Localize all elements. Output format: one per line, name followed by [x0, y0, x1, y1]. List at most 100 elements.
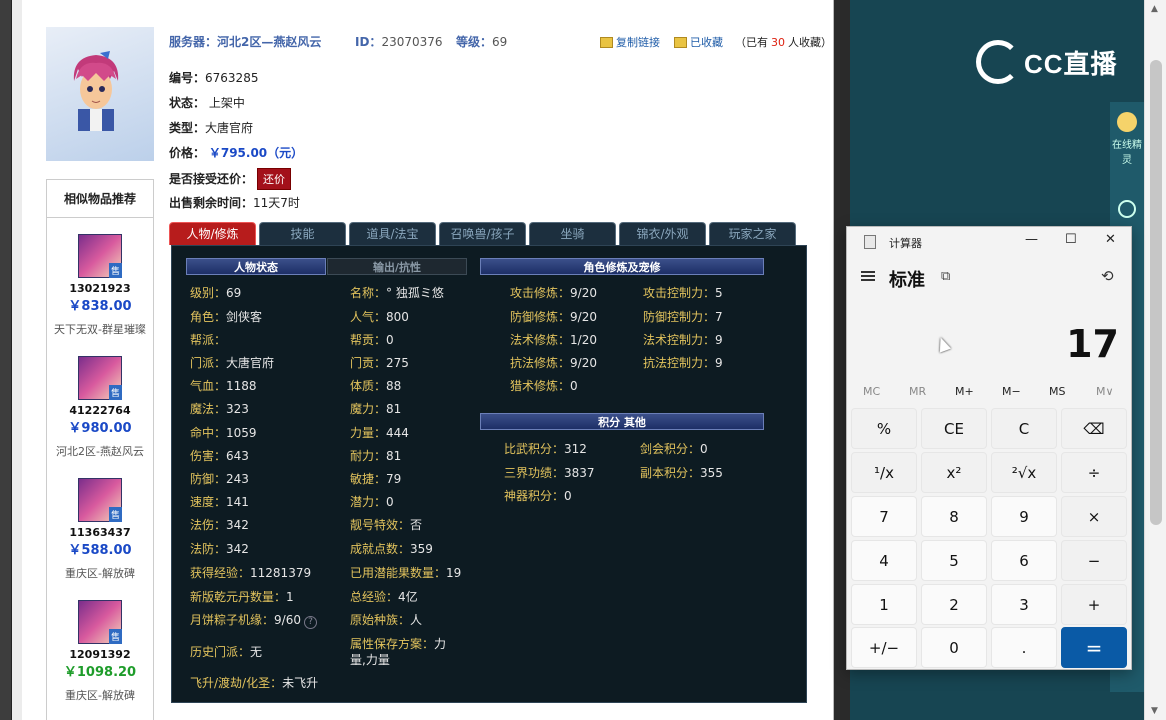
calc-key[interactable]: ⌫ — [1061, 408, 1127, 449]
calc-key[interactable]: % — [851, 408, 917, 449]
calc-key[interactable]: C — [991, 408, 1057, 449]
stat-field: 级别：69 — [190, 286, 242, 300]
listing-id: ID：23070376 — [355, 35, 443, 49]
close-button[interactable]: ✕ — [1105, 232, 1116, 247]
favorite-count: （已有 30 人收藏） — [735, 35, 832, 50]
similar-item[interactable]: 售 11363437 ￥588.00 重庆区-解放碑 — [47, 478, 153, 581]
calc-key[interactable]: × — [1061, 496, 1127, 537]
tab-1[interactable]: 技能 — [259, 222, 346, 245]
calc-key[interactable]: ¹/x — [851, 452, 917, 493]
scroll-down-icon[interactable]: ▼ — [1151, 706, 1158, 716]
similar-item[interactable]: 售 12091392 ￥1098.20 重庆区-解放碑 — [47, 600, 153, 703]
calc-key[interactable]: 3 — [991, 584, 1057, 625]
tab-0[interactable]: 人物/修炼 — [169, 222, 256, 245]
similar-item-thumbnail[interactable]: 售 — [78, 356, 122, 400]
calc-key[interactable]: 7 — [851, 496, 917, 537]
calc-key[interactable]: 8 — [921, 496, 987, 537]
calc-key[interactable]: x² — [921, 452, 987, 493]
sell-badge: 售 — [108, 385, 122, 400]
calc-key[interactable]: 6 — [991, 540, 1057, 581]
stat-field: 潜力：0 — [350, 495, 394, 509]
calc-key[interactable]: CE — [921, 408, 987, 449]
stat-field: 命中：1059 — [190, 426, 257, 440]
favorited-button[interactable]: 已收藏 — [674, 34, 723, 50]
similar-item-price: ￥980.00 — [68, 421, 132, 436]
similar-items-box: 相似物品推荐 售 13021923 ￥838.00 天下无双-群星璀璨售 4122276… — [46, 179, 154, 720]
copy-link-button[interactable]: 复制链接 — [600, 34, 660, 50]
page-scrollbar[interactable]: ▲ ▼ — [1144, 0, 1166, 720]
stat-field: 体质：88 — [350, 379, 402, 393]
calculator-app-icon — [864, 235, 876, 249]
memory-button-1[interactable]: MR — [909, 385, 926, 398]
section-resist[interactable]: 输出/抗性 — [327, 258, 467, 275]
character-avatar — [46, 27, 154, 161]
minimize-button[interactable]: — — [1025, 232, 1038, 247]
mouse-cursor-icon — [934, 335, 952, 353]
sprite-avatar-icon — [1117, 112, 1137, 132]
memory-button-4[interactable]: MS — [1049, 385, 1065, 398]
memory-button-0[interactable]: MC — [863, 385, 880, 398]
tab-5[interactable]: 锦衣/外观 — [619, 222, 706, 245]
calc-key[interactable]: ÷ — [1061, 452, 1127, 493]
maximize-button[interactable]: ☐ — [1065, 232, 1077, 247]
calc-key[interactable]: 1 — [851, 584, 917, 625]
tab-3[interactable]: 召唤兽/孩子 — [439, 222, 526, 245]
similar-item-thumbnail[interactable]: 售 — [78, 600, 122, 644]
history-button[interactable] — [1112, 200, 1142, 218]
section-cultivation: 角色修炼及宠修 — [480, 258, 764, 275]
stat-field: 名称：° 独孤ミ悠 — [350, 286, 444, 300]
section-status[interactable]: 人物状态 — [186, 258, 326, 275]
remain-row: 出售剩余时间：11天7时 — [169, 196, 300, 210]
calc-key[interactable]: 2 — [921, 584, 987, 625]
similar-item-thumbnail[interactable]: 售 — [78, 478, 122, 522]
calculator-mode: 标准 — [889, 270, 925, 291]
section-points: 积分 其他 — [480, 413, 764, 430]
folder-icon — [674, 36, 687, 48]
sell-badge: 售 — [108, 263, 122, 278]
help-icon[interactable]: ? — [303, 616, 317, 629]
tab-4[interactable]: 坐骑 — [529, 222, 616, 245]
cultivation-field: 法术修炼：1/20 — [510, 333, 597, 347]
calc-key[interactable]: + — [1061, 584, 1127, 625]
calc-key[interactable]: +/− — [851, 627, 917, 668]
similar-item-thumbnail[interactable]: 售 — [78, 234, 122, 278]
calc-key[interactable]: 4 — [851, 540, 917, 581]
similar-item-server: 河北2区-燕赵风云 — [56, 445, 144, 458]
calc-key[interactable]: . — [991, 627, 1057, 668]
history-icon[interactable]: ⟲ — [1101, 267, 1114, 285]
similar-item-id: 13021923 — [69, 282, 131, 295]
stat-field: 历史门派：无 — [190, 645, 263, 659]
similar-item[interactable]: 售 41222764 ￥980.00 河北2区-燕赵风云 — [47, 356, 153, 459]
stat-field: 角色：剑侠客 — [190, 310, 263, 324]
keep-on-top-icon[interactable]: ⧉ — [941, 269, 950, 284]
type-row: 类型：大唐官府 — [169, 121, 254, 135]
similar-item-server: 重庆区-解放碑 — [65, 567, 135, 580]
stat-field: 帮派： — [190, 333, 227, 347]
calc-key[interactable]: 5 — [921, 540, 987, 581]
calc-key[interactable]: 0 — [921, 627, 987, 668]
calc-key[interactable]: ²√x — [991, 452, 1057, 493]
menu-icon[interactable] — [861, 271, 875, 281]
stat-field: 帮贡：0 — [350, 333, 394, 347]
memory-button-5[interactable]: M∨ — [1096, 385, 1114, 398]
online-sprite-button[interactable]: 在线精灵 — [1112, 112, 1142, 166]
memory-button-2[interactable]: M+ — [955, 385, 974, 398]
memory-button-3[interactable]: M− — [1002, 385, 1021, 398]
tab-2[interactable]: 道具/法宝 — [349, 222, 436, 245]
tab-6[interactable]: 玩家之家 — [709, 222, 796, 245]
listing-level: 等级：69 — [456, 35, 508, 49]
serial-row: 编号：6763285 — [169, 71, 259, 85]
haggle-button[interactable]: 还价 — [257, 168, 292, 190]
price-row: 价格： ￥795.00（元） — [169, 146, 304, 160]
stat-field: 门派：大唐官府 — [190, 356, 275, 370]
cultivation-field: 防御修炼：9/20 — [510, 310, 597, 324]
calc-key[interactable]: − — [1061, 540, 1127, 581]
stat-field: 耐力：81 — [350, 449, 402, 463]
similar-item-id: 41222764 — [69, 404, 131, 417]
similar-item[interactable]: 售 13021923 ￥838.00 天下无双-群星璀璨 — [47, 234, 153, 337]
calculator-display: 17 — [1066, 322, 1119, 366]
scrollbar-thumb[interactable] — [1150, 60, 1162, 525]
scroll-up-icon[interactable]: ▲ — [1151, 4, 1158, 14]
calc-key[interactable]: = — [1061, 627, 1127, 668]
calc-key[interactable]: 9 — [991, 496, 1057, 537]
